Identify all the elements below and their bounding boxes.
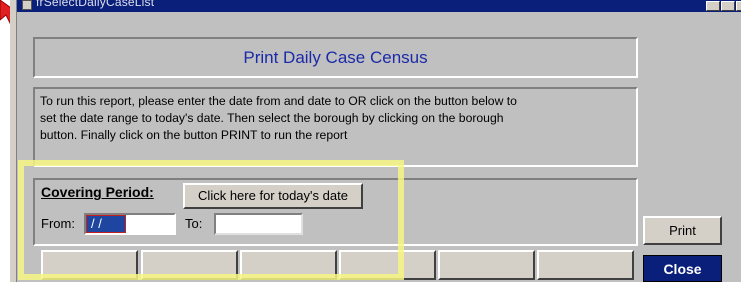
maximize-button[interactable] — [721, 1, 735, 11]
borough-button[interactable] — [537, 250, 634, 280]
app-icon — [22, 0, 32, 10]
borough-button[interactable] — [438, 250, 535, 280]
print-button[interactable]: Print — [643, 216, 722, 245]
instructions-line: To run this report, please enter the dat… — [40, 94, 517, 108]
instructions-line: set the date range to today's date. Then… — [40, 111, 504, 125]
window-title: frSelectDailyCaseList — [36, 0, 155, 9]
close-window-button[interactable] — [736, 1, 741, 11]
minimize-button[interactable] — [706, 1, 720, 11]
window-left-border — [10, 0, 17, 282]
instructions-line: button. Finally click on the button PRIN… — [40, 128, 348, 142]
instructions-text: To run this report, please enter the dat… — [40, 93, 630, 144]
page-title: Print Daily Case Census — [243, 48, 428, 67]
close-button[interactable]: Close — [643, 255, 722, 282]
highlight-annotation — [18, 160, 404, 280]
